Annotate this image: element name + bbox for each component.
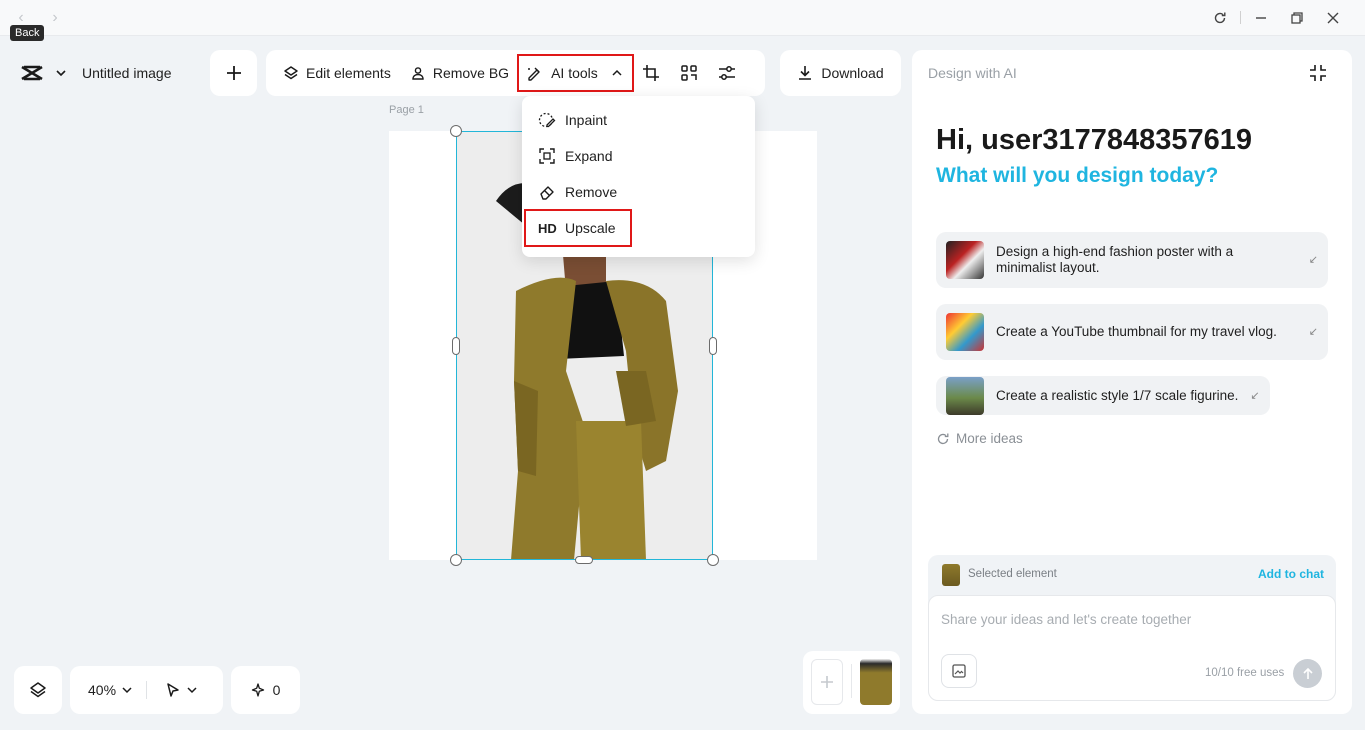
- attach-image-button[interactable]: [941, 654, 977, 688]
- adjust-button[interactable]: [708, 50, 746, 96]
- reload-icon[interactable]: [1209, 8, 1231, 28]
- chevron-up-icon: [612, 69, 622, 77]
- ai-panel-title: Design with AI: [928, 65, 1017, 81]
- layers-icon: [30, 682, 46, 698]
- arrow-diagonal-icon: ↙: [1308, 254, 1318, 266]
- add-page-button[interactable]: [811, 659, 843, 705]
- add-to-chat-button[interactable]: Add to chat: [1258, 567, 1324, 581]
- selected-element-label: Selected element: [968, 568, 1057, 580]
- subtitle: What will you design today?: [936, 164, 1219, 187]
- collapse-icon[interactable]: [1309, 64, 1327, 87]
- download-icon: [797, 65, 813, 81]
- layers-icon: [282, 64, 300, 82]
- suggestion-thumbnail: [946, 313, 984, 351]
- arrow-diagonal-icon: ↙: [1250, 389, 1260, 402]
- suggestion-card[interactable]: Design a high-end fashion poster with a …: [936, 232, 1328, 288]
- chat-composer: Selected element Add to chat Share your …: [928, 555, 1336, 701]
- ai-panel: Design with AI Hi, user3177848357619 Wha…: [912, 50, 1352, 714]
- back-tooltip: Back: [10, 25, 45, 41]
- menu-item-upscale[interactable]: HD Upscale: [524, 209, 632, 247]
- page-strip: [803, 651, 900, 714]
- ai-brush-icon: [525, 64, 543, 82]
- person-cutout-icon: [409, 64, 427, 82]
- edit-elements-button[interactable]: Edit elements: [274, 50, 399, 96]
- ai-credits-button[interactable]: 0: [231, 666, 300, 714]
- crop-button[interactable]: [632, 50, 670, 96]
- layers-button[interactable]: [14, 666, 62, 714]
- chat-input-area: Share your ideas and let's create togeth…: [928, 595, 1336, 701]
- strip-divider: [851, 664, 852, 698]
- brush-dotted-icon: [538, 111, 556, 129]
- resize-handle-bottom[interactable]: [575, 556, 593, 564]
- send-button[interactable]: [1293, 659, 1322, 688]
- plus-icon: [821, 676, 833, 688]
- image-upload-icon: [952, 664, 966, 678]
- suggestion-card[interactable]: Create a realistic style 1/7 scale figur…: [936, 376, 1270, 415]
- download-button[interactable]: Download: [780, 50, 901, 96]
- suggestion-card[interactable]: Create a YouTube thumbnail for my travel…: [936, 304, 1328, 360]
- zoom-controls: 40%: [70, 666, 223, 714]
- chat-input[interactable]: Share your ideas and let's create togeth…: [941, 612, 1191, 627]
- resize-handle-left[interactable]: [452, 337, 460, 355]
- resize-handle-right[interactable]: [709, 337, 717, 355]
- restore-icon[interactable]: [1286, 8, 1308, 28]
- arrow-diagonal-icon: ↙: [1308, 326, 1318, 338]
- title-bar: ‹ ›: [0, 0, 1365, 36]
- title-separator: [1240, 11, 1241, 24]
- forward-arrow-icon[interactable]: ›: [46, 9, 64, 27]
- menu-item-expand[interactable]: Expand: [528, 139, 749, 173]
- zoom-dropdown[interactable]: 40%: [88, 682, 116, 698]
- add-button[interactable]: [210, 50, 257, 96]
- crop-icon: [642, 64, 660, 82]
- plus-icon: [226, 66, 241, 80]
- capcut-logo-icon: [20, 64, 44, 82]
- ai-tools-button[interactable]: AI tools: [517, 54, 634, 92]
- smart-select-button[interactable]: [670, 50, 708, 96]
- hd-icon: HD: [538, 220, 557, 236]
- suggestion-thumbnail: [946, 376, 984, 415]
- resize-handle-top-left[interactable]: [450, 125, 462, 137]
- resize-handle-bottom-left[interactable]: [450, 554, 462, 566]
- suggestion-thumbnail: [946, 241, 984, 279]
- chevron-down-icon[interactable]: [56, 69, 66, 77]
- remove-bg-button[interactable]: Remove BG: [401, 50, 517, 96]
- logo-menu[interactable]: Untitled image: [14, 50, 198, 96]
- sparkle-icon: [251, 683, 264, 697]
- close-icon[interactable]: [1322, 8, 1344, 28]
- resize-handle-bottom-right[interactable]: [707, 554, 719, 566]
- scan-frame-icon: [680, 64, 698, 82]
- chevron-down-icon[interactable]: [187, 686, 197, 694]
- eraser-icon: [538, 183, 556, 201]
- greeting: Hi, user3177848357619: [936, 124, 1253, 156]
- minimize-icon[interactable]: [1250, 8, 1272, 28]
- page-label: Page 1: [389, 104, 424, 116]
- arrow-up-icon: [1302, 667, 1313, 679]
- more-ideas-button[interactable]: More ideas: [936, 431, 1023, 446]
- menu-item-inpaint[interactable]: Inpaint: [528, 103, 749, 137]
- zoom-divider: [146, 681, 148, 699]
- free-uses-counter: 10/10 free uses: [1205, 667, 1285, 679]
- document-title[interactable]: Untitled image: [82, 65, 172, 81]
- main-toolbar: Edit elements Remove BG AI tools: [266, 50, 765, 96]
- chevron-down-icon[interactable]: [122, 686, 132, 694]
- pointer-tool-icon[interactable]: [165, 682, 181, 698]
- menu-item-remove[interactable]: Remove: [528, 175, 749, 209]
- expand-frame-icon: [538, 147, 556, 165]
- page-thumbnail[interactable]: [860, 659, 892, 705]
- ai-tools-menu: Inpaint Expand Remove HD Upscale: [522, 96, 755, 257]
- selected-element-thumbnail: [942, 564, 960, 586]
- refresh-icon: [936, 432, 950, 446]
- sliders-icon: [718, 64, 736, 82]
